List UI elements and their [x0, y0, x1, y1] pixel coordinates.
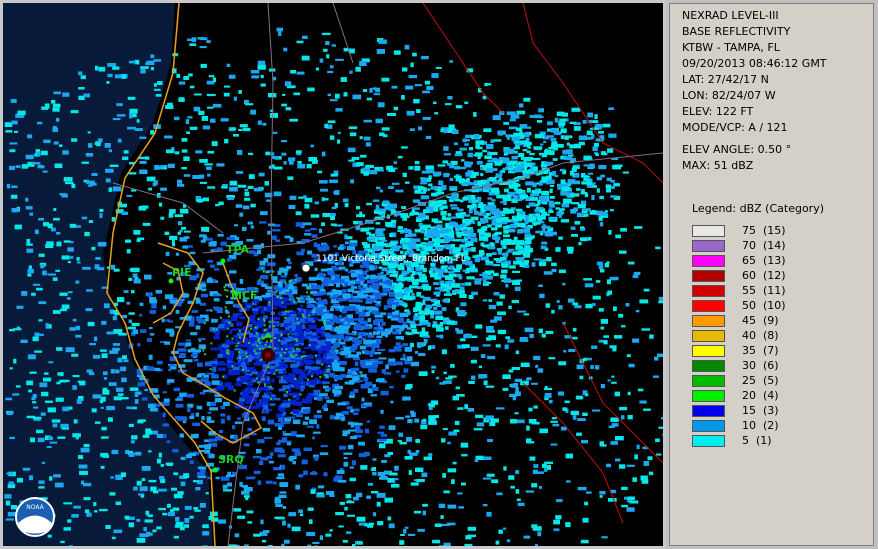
legend-swatch: [692, 405, 725, 417]
legend-swatch: [692, 345, 725, 357]
legend-title: Legend: dBZ (Category): [692, 202, 824, 215]
legend-label: 70 (14): [742, 239, 786, 252]
mode-vcp: MODE/VCP: A / 121: [682, 121, 788, 134]
legend-label: 60 (12): [742, 269, 786, 282]
location-label: 1101 Victoria Street, Brandon, FL: [316, 254, 466, 264]
legend-row: 15 (3): [692, 404, 862, 418]
airport-label-tpa: TPA: [226, 243, 250, 256]
legend-swatch: [692, 285, 725, 297]
airport-marker-tpa: [220, 258, 226, 264]
legend-row: 20 (4): [692, 389, 862, 403]
legend-swatch: [692, 390, 725, 402]
legend-row: 70 (14): [692, 239, 862, 253]
legend-row: 45 (9): [692, 314, 862, 328]
product-type: BASE REFLECTIVITY: [682, 25, 791, 38]
radar-map[interactable]: TPA PIE MCF SRQ 1101 Victoria Street, Br…: [3, 3, 663, 546]
legend-row: 50 (10): [692, 299, 862, 313]
noaa-logo-text: NOAA: [26, 504, 44, 511]
legend-row: 60 (12): [692, 269, 862, 283]
legend-swatch: [692, 255, 725, 267]
location-pin-icon[interactable]: [301, 263, 311, 273]
airport-label-pie: PIE: [172, 266, 192, 279]
legend-swatch: [692, 225, 725, 237]
max-reflectivity: MAX: 51 dBZ: [682, 159, 754, 172]
legend-label: 45 (9): [742, 314, 779, 327]
legend-row: 25 (5): [692, 374, 862, 388]
legend-row: 75 (15): [692, 224, 862, 238]
legend-label: 55 (11): [742, 284, 786, 297]
elevation-angle: ELEV ANGLE: 0.50 °: [682, 143, 792, 156]
legend-label: 35 (7): [742, 344, 779, 357]
airport-marker-srq: [212, 467, 218, 473]
legend-label: 40 (8): [742, 329, 779, 342]
legend-swatch: [692, 435, 725, 447]
legend-row: 30 (6): [692, 359, 862, 373]
station-name: KTBW - TAMPA, FL: [682, 41, 780, 54]
legend-label: 75 (15): [742, 224, 786, 237]
airport-marker-pie: [168, 278, 174, 284]
product-name: NEXRAD LEVEL-III: [682, 9, 779, 22]
legend-row: 55 (11): [692, 284, 862, 298]
legend-swatch: [692, 315, 725, 327]
legend-label: 5 (1): [742, 434, 772, 447]
legend-label: 15 (3): [742, 404, 779, 417]
scan-datetime: 09/20/2013 08:46:12 GMT: [682, 57, 827, 70]
radar-site: [261, 348, 275, 362]
legend-swatch: [692, 330, 725, 342]
legend-row: 10 (2): [692, 419, 862, 433]
legend-label: 65 (13): [742, 254, 786, 267]
legend-row: 5 (1): [692, 434, 862, 448]
airport-label-srq: SRQ: [218, 453, 244, 466]
legend-row: 65 (13): [692, 254, 862, 268]
legend-swatch: [692, 360, 725, 372]
legend-row: 35 (7): [692, 344, 862, 358]
noaa-logo: NOAA: [15, 497, 55, 537]
legend-label: 30 (6): [742, 359, 779, 372]
info-panel: NEXRAD LEVEL-III BASE REFLECTIVITY KTBW …: [669, 3, 874, 546]
legend-label: 50 (10): [742, 299, 786, 312]
legend-label: 10 (2): [742, 419, 779, 432]
legend-swatch: [692, 270, 725, 282]
legend-swatch: [692, 240, 725, 252]
legend-swatch: [692, 300, 725, 312]
station-latitude: LAT: 27/42/17 N: [682, 73, 769, 86]
legend-label: 25 (5): [742, 374, 779, 387]
station-longitude: LON: 82/24/07 W: [682, 89, 776, 102]
legend-label: 20 (4): [742, 389, 779, 402]
station-elevation: ELEV: 122 FT: [682, 105, 754, 118]
airport-label-mcf: MCF: [231, 289, 258, 302]
legend-swatch: [692, 420, 725, 432]
legend-row: 40 (8): [692, 329, 862, 343]
legend-swatch: [692, 375, 725, 387]
radar-frame: TPA PIE MCF SRQ 1101 Victoria Street, Br…: [0, 0, 666, 549]
